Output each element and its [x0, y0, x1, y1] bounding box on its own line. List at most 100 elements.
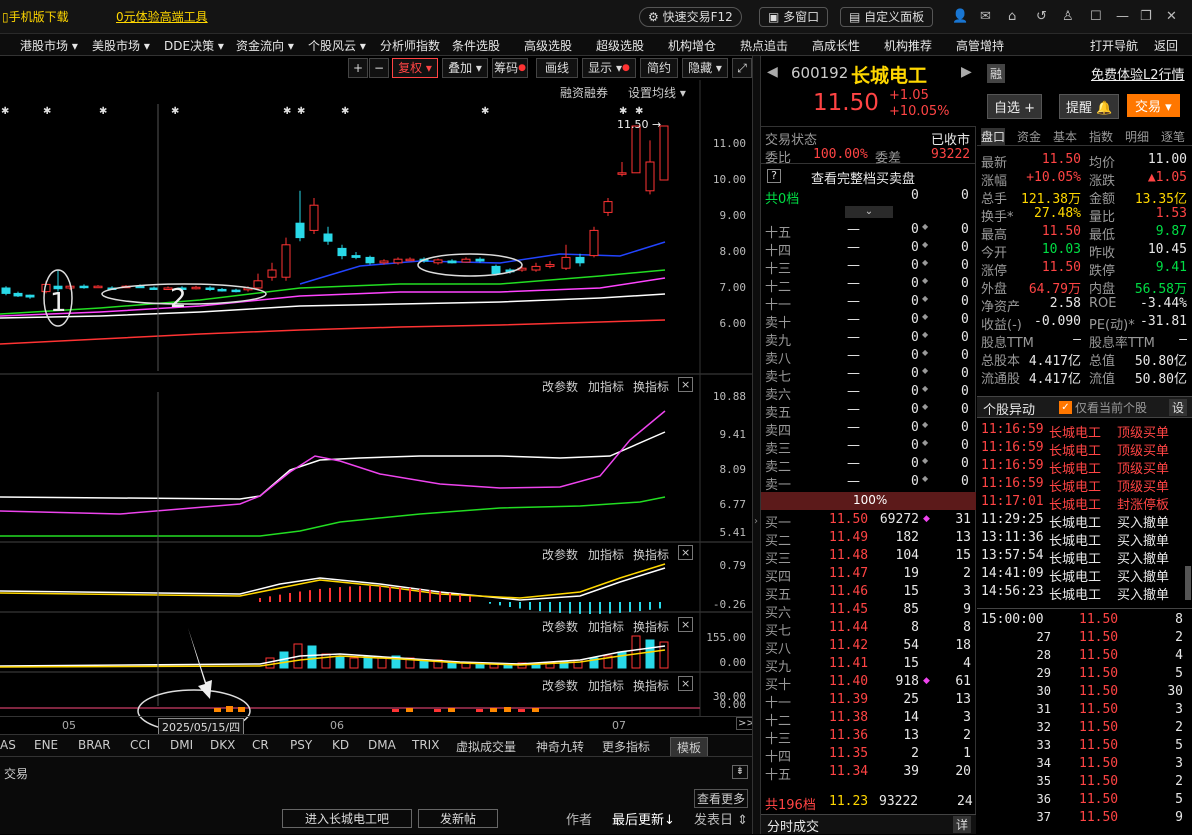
- collapse-icon[interactable]: ⇟: [732, 765, 748, 779]
- switch-indicator-button[interactable]: 换指标: [633, 378, 669, 395]
- buy-price[interactable]: 11.42: [829, 638, 868, 653]
- add-indicator-button[interactable]: 加指标: [588, 546, 624, 563]
- change-params-button[interactable]: 改参数: [542, 618, 578, 635]
- buy-price[interactable]: 11.39: [829, 692, 868, 707]
- buy-price[interactable]: 11.35: [829, 746, 868, 761]
- sell-price[interactable]: —: [847, 294, 860, 309]
- buy-price[interactable]: 11.48: [829, 548, 868, 563]
- multi-window-button[interactable]: ▣ 多窗口: [759, 7, 829, 27]
- menu-item[interactable]: 资金流向 ▾: [236, 37, 294, 54]
- buy-price[interactable]: 11.40: [829, 674, 868, 689]
- sell-price[interactable]: —: [847, 276, 860, 291]
- indicator-tab[interactable]: PSY: [290, 738, 312, 752]
- reply-date-column[interactable]: 发表日 ⇕: [694, 809, 748, 828]
- open-nav-button[interactable]: 打开导航: [1090, 37, 1138, 54]
- indicator-tab[interactable]: DMA: [368, 738, 396, 752]
- skin-icon[interactable]: ☐: [1090, 9, 1102, 24]
- event-stock[interactable]: 长城电工: [1049, 476, 1101, 495]
- abnormal-settings-button[interactable]: 设: [1169, 399, 1188, 416]
- menu-item[interactable]: 超级选股: [596, 37, 644, 54]
- menu-item[interactable]: 美股市场 ▾: [92, 37, 150, 54]
- indicator-tab[interactable]: DMI: [170, 738, 193, 752]
- indicator-tab[interactable]: ENE: [34, 738, 58, 752]
- change-params-button[interactable]: 改参数: [542, 378, 578, 395]
- prev-stock-icon[interactable]: ◀: [767, 64, 778, 80]
- indicator-tab[interactable]: CR: [252, 738, 269, 752]
- next-stock-icon[interactable]: ▶: [961, 64, 972, 80]
- quote-tab[interactable]: 基本: [1053, 128, 1077, 145]
- sell-price[interactable]: —: [847, 240, 860, 255]
- quick-trade-button[interactable]: ⚙ 快速交易F12: [639, 7, 742, 27]
- expand-sells-icon[interactable]: ⌄: [845, 206, 893, 218]
- trade-button[interactable]: 交易 ▾: [1127, 94, 1180, 117]
- event-stock[interactable]: 长城电工: [1049, 440, 1101, 459]
- menu-item[interactable]: 高管增持: [956, 37, 1004, 54]
- change-params-button[interactable]: 改参数: [542, 546, 578, 563]
- latest-update-column[interactable]: 最后更新↓: [612, 809, 675, 828]
- close-panel-icon[interactable]: ×: [678, 545, 694, 560]
- buy-price[interactable]: 11.41: [829, 656, 868, 671]
- user-icon[interactable]: 👤: [952, 9, 968, 24]
- sell-price[interactable]: —: [847, 366, 860, 381]
- buy-price[interactable]: 11.47: [829, 566, 868, 581]
- add-indicator-button[interactable]: 加指标: [588, 378, 624, 395]
- author-column[interactable]: 作者: [566, 809, 592, 828]
- event-stock[interactable]: 长城电工: [1049, 512, 1101, 531]
- menu-item[interactable]: DDE决策 ▾: [164, 37, 224, 54]
- event-stock[interactable]: 长城电工: [1049, 494, 1101, 513]
- full-book-link[interactable]: 查看完整档买卖盘: [811, 168, 915, 187]
- quote-tab[interactable]: 指数: [1089, 128, 1113, 145]
- minimize-icon[interactable]: —: [1116, 9, 1129, 24]
- event-stock[interactable]: 长城电工: [1049, 548, 1101, 567]
- remind-button[interactable]: 提醒 🔔: [1059, 94, 1120, 119]
- change-params-button[interactable]: 改参数: [542, 677, 578, 694]
- close-panel-icon[interactable]: ×: [678, 676, 694, 691]
- quote-tab[interactable]: 盘口: [981, 128, 1006, 145]
- tick-detail-button[interactable]: 详: [953, 816, 972, 833]
- back-button[interactable]: 返回: [1154, 37, 1178, 54]
- free-tool-link[interactable]: 0元体验高端工具: [116, 8, 208, 25]
- home-icon[interactable]: ⌂: [1008, 9, 1016, 24]
- quote-tab[interactable]: 资金: [1017, 128, 1041, 145]
- sell-price[interactable]: —: [847, 312, 860, 327]
- buy-price[interactable]: 11.49: [829, 530, 868, 545]
- enter-bar-button[interactable]: 进入长城电工吧: [282, 809, 412, 828]
- indicator-tab[interactable]: CCI: [130, 738, 150, 752]
- checkbox-checked-icon[interactable]: ✓: [1059, 401, 1072, 414]
- event-stock[interactable]: 长城电工: [1049, 584, 1101, 603]
- switch-indicator-button[interactable]: 换指标: [633, 546, 669, 563]
- trade-tab[interactable]: 交易: [4, 765, 28, 782]
- post-button[interactable]: 发新帖: [418, 809, 498, 828]
- menu-item[interactable]: 高级选股: [524, 37, 572, 54]
- menu-item[interactable]: 个股风云 ▾: [308, 37, 366, 54]
- menu-item[interactable]: 热点追击: [740, 37, 788, 54]
- add-indicator-button[interactable]: 加指标: [588, 677, 624, 694]
- sell-price[interactable]: —: [847, 258, 860, 273]
- help-icon[interactable]: ?: [767, 169, 781, 183]
- sell-price[interactable]: —: [847, 438, 860, 453]
- buy-price[interactable]: 11.50: [829, 512, 868, 527]
- indicator-tab[interactable]: TRIX: [412, 738, 439, 752]
- buy-price[interactable]: 11.38: [829, 710, 868, 725]
- indicator-tab[interactable]: KD: [332, 738, 349, 752]
- buy-price[interactable]: 11.45: [829, 602, 868, 617]
- menu-item[interactable]: 机构推荐: [884, 37, 932, 54]
- back-icon[interactable]: ↺: [1036, 9, 1047, 24]
- close-panel-icon[interactable]: ×: [678, 617, 694, 632]
- menu-item[interactable]: 分析师指数: [380, 37, 440, 54]
- shirt-icon[interactable]: ♙: [1062, 9, 1074, 24]
- tab-template[interactable]: 模板: [670, 737, 709, 758]
- event-stock[interactable]: 长城电工: [1049, 530, 1101, 549]
- add-indicator-button[interactable]: 加指标: [588, 618, 624, 635]
- buy-price[interactable]: 11.44: [829, 620, 868, 635]
- custom-panel-button[interactable]: ▤ 自定义面板: [840, 7, 934, 27]
- indicator-tab[interactable]: 神奇九转: [536, 738, 584, 755]
- view-more-button[interactable]: 查看更多: [694, 789, 749, 808]
- close-panel-icon[interactable]: ×: [678, 377, 694, 392]
- indicator-tab[interactable]: AS: [0, 738, 16, 752]
- sell-price[interactable]: —: [847, 402, 860, 417]
- sell-price[interactable]: —: [847, 456, 860, 471]
- menu-item[interactable]: 高成长性: [812, 37, 860, 54]
- mail-icon[interactable]: ✉: [980, 9, 991, 24]
- switch-indicator-button[interactable]: 换指标: [633, 618, 669, 635]
